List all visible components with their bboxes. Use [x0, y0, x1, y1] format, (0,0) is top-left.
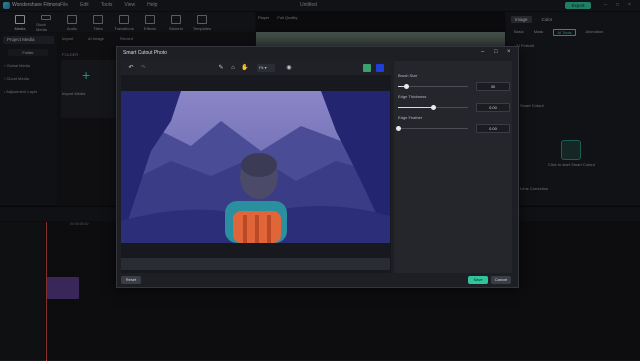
- edge-feather-value[interactable]: 0.00: [476, 124, 510, 133]
- hand-icon[interactable]: ✋: [241, 64, 249, 72]
- green-background-swatch[interactable]: [363, 64, 371, 72]
- edge-thickness-value[interactable]: 0.00: [476, 103, 510, 112]
- brush-size-knob[interactable]: [404, 84, 410, 89]
- smart-cutout-dialog: Smart Cutout Photo – □ × ↶ ↷ ✎ ⌂ ✋ ◉ Fit…: [116, 46, 519, 288]
- save-button[interactable]: Save: [468, 276, 488, 284]
- cutout-photo[interactable]: [121, 91, 390, 243]
- smart-brush-icon[interactable]: ✎: [217, 64, 225, 72]
- brush-size-label: Brush Size: [398, 73, 418, 78]
- undo-icon[interactable]: ↶: [127, 64, 135, 72]
- edge-feather-label: Edge Feather: [398, 115, 423, 120]
- reset-button[interactable]: Reset: [121, 276, 141, 284]
- minimize-icon[interactable]: –: [481, 49, 484, 55]
- edge-feather-knob[interactable]: [396, 126, 401, 131]
- dialog-title: Smart Cutout Photo: [123, 50, 167, 56]
- edge-thickness-knob[interactable]: [431, 105, 436, 110]
- preview-strip: [121, 258, 390, 270]
- edge-feather-slider[interactable]: [396, 126, 468, 131]
- cutout-toolbar: ↶ ↷ ✎ ⌂ ✋ ◉: [121, 61, 391, 75]
- preview-toggle-icon[interactable]: ◉: [285, 64, 293, 72]
- blue-background-swatch[interactable]: [376, 64, 384, 72]
- edge-thickness-label: Edge Thickness: [398, 94, 427, 99]
- cancel-button[interactable]: Cancel: [491, 276, 511, 284]
- edge-thickness-fill: [398, 107, 433, 108]
- hiker-photo: [121, 91, 390, 243]
- brush-size-value[interactable]: 30: [476, 82, 510, 91]
- cutout-settings-panel: Brush Size 30 Edge Thickness 0.00 Edge F…: [394, 61, 512, 273]
- zoom-fit-select[interactable]: Fit ▾: [257, 64, 275, 72]
- eraser-icon[interactable]: ⌂: [229, 64, 237, 72]
- maximize-icon[interactable]: □: [494, 49, 498, 55]
- edge-thickness-slider[interactable]: [398, 105, 468, 110]
- close-icon[interactable]: ×: [507, 49, 511, 55]
- brush-size-slider[interactable]: [398, 84, 468, 89]
- redo-icon[interactable]: ↷: [139, 64, 147, 72]
